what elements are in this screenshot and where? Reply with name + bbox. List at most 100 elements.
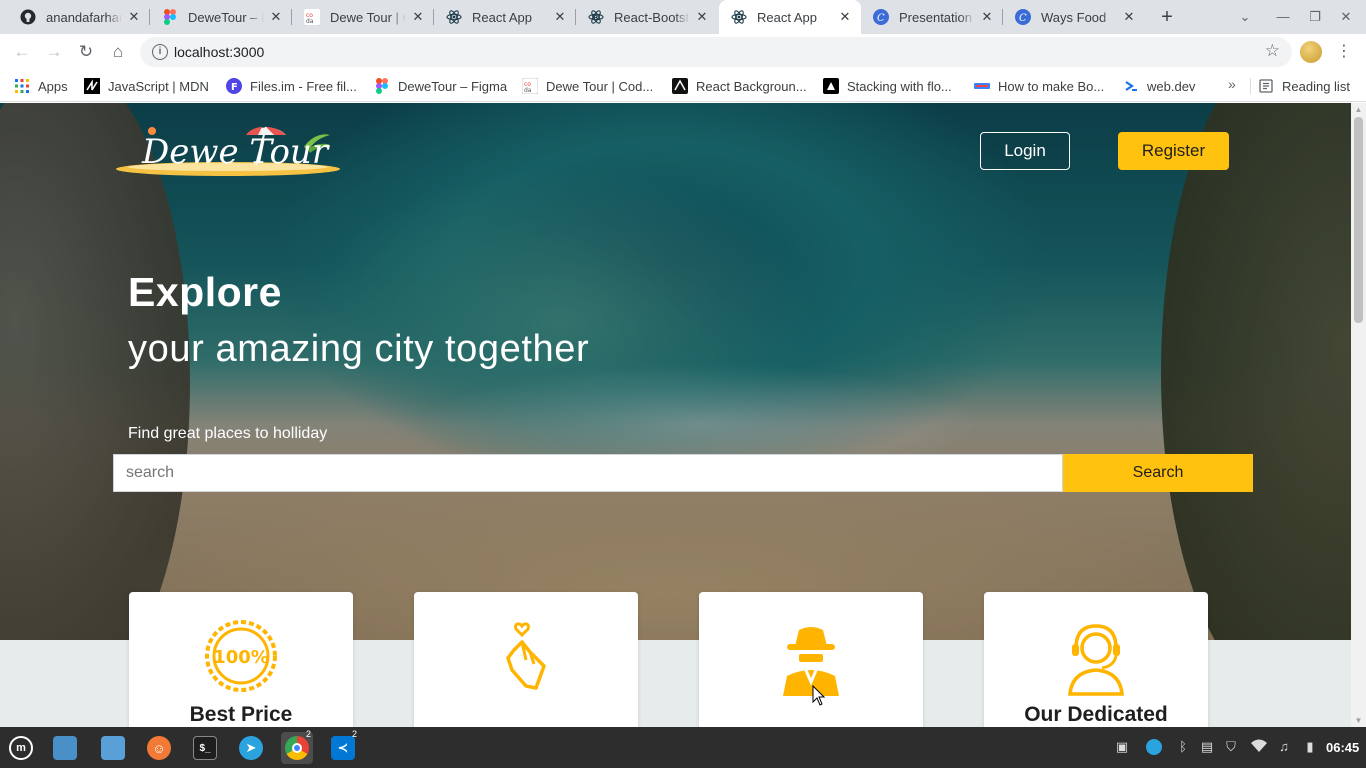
scroll-up-icon[interactable]: ▲ [1354,105,1363,114]
codewars-icon: co da [304,9,320,25]
search-button[interactable]: Search [1063,454,1253,492]
dewe-tour-logo[interactable]: Dewe Tour [116,121,340,179]
battery-icon[interactable]: ▮ [1302,739,1318,755]
close-window-icon[interactable]: ✕ [1330,0,1362,34]
finger-heart-icon [486,616,566,696]
tab-title: React App [757,9,817,25]
register-button[interactable]: Register [1118,132,1229,170]
window-count-badge: 2 [306,729,312,739]
browser-tab[interactable]: C Ways Food ✕ [1003,0,1145,34]
svg-text:F: F [231,82,238,93]
figma-icon [162,9,178,25]
stack-icon [823,78,839,94]
tab-title: anandafarhan [46,9,122,25]
close-tab-icon[interactable]: ✕ [837,9,853,25]
bookmark-how-to-make[interactable]: How to make Bo... [974,76,1104,96]
profile-avatar[interactable] [1300,41,1322,63]
wifi-icon[interactable] [1251,739,1267,755]
browser-tab[interactable]: coda Dewe Tour | Codewars ✕ [292,0,434,34]
browser-tab[interactable]: B React-Bootstrap ✕ [576,0,718,34]
scrollbar-thumb[interactable] [1354,117,1363,323]
shield-icon[interactable]: ⛉ [1223,739,1239,755]
headset-support-icon [1056,616,1136,696]
tab-search-icon[interactable]: ⌄ [1229,0,1261,34]
search-input[interactable] [113,454,1063,492]
new-tab-button[interactable]: + [1156,6,1178,28]
bookmark-figma[interactable]: DeweTour – Figma [374,76,507,96]
figma-icon [374,78,390,94]
close-tab-icon[interactable]: ✕ [126,9,142,25]
bookmark-stacking[interactable]: Stacking with flo... [823,76,952,96]
files-im-icon: F [226,78,242,94]
clipboard-icon[interactable]: ▤ [1199,739,1215,755]
bluetooth-icon[interactable]: ᛒ [1175,739,1191,755]
close-tab-icon[interactable]: ✕ [410,9,426,25]
minimize-icon[interactable]: — [1267,0,1299,34]
telegram-icon[interactable]: ➤ [235,732,267,764]
close-tab-icon[interactable]: ✕ [268,9,284,25]
bookmarks-divider [1250,78,1251,94]
terminal-icon[interactable]: $_ [189,732,221,764]
forward-icon[interactable]: → [42,40,66,64]
react-bg-icon [672,78,688,94]
firefox-icon[interactable]: ☺ [143,732,175,764]
feature-card-title: Our Dedicated [1024,703,1168,726]
svg-text:da: da [306,18,314,25]
close-tab-icon[interactable]: ✕ [552,9,568,25]
svg-text:C: C [1019,13,1027,24]
telegram-tray-icon[interactable] [1146,739,1162,755]
volume-icon[interactable]: ♫ [1276,739,1292,755]
close-tab-icon[interactable]: ✕ [694,9,710,25]
vscode-icon[interactable]: ≺ 2 [327,729,359,764]
logo-text: Dewe Tour [141,132,330,172]
reading-list[interactable]: Reading list [1258,76,1350,96]
site-info-icon[interactable]: i [152,44,168,60]
bookmark-label: web.dev [1147,78,1196,94]
bookmark-web-dev[interactable]: web.dev [1123,76,1195,96]
react-icon [446,9,462,25]
menu-icon[interactable]: m [5,732,37,764]
browser-tab[interactable]: anandafarhan ✕ [8,0,150,34]
browser-tab-active[interactable]: React App ✕ [719,0,861,34]
folder-icon[interactable] [97,732,129,764]
bookmark-files-im[interactable]: F Files.im - Free fil... [226,76,357,96]
browser-tab[interactable]: React App ✕ [434,0,576,34]
files-icon[interactable] [49,732,81,764]
tab-title: Ways Food [1041,9,1107,25]
maximize-icon[interactable]: ❐ [1299,0,1331,34]
bookmark-apps[interactable]: Apps [14,76,68,96]
close-tab-icon[interactable]: ✕ [1121,9,1137,25]
reload-icon[interactable]: ↻ [74,40,98,64]
bookmark-codewars[interactable]: co da Dewe Tour | Cod... [522,76,653,96]
svg-text:C: C [877,13,885,24]
scroll-down-icon[interactable]: ▼ [1354,716,1363,725]
login-button[interactable]: Login [980,132,1070,170]
browser-toolbar: ← → ↻ ⌂ i localhost:3000 ☆ [0,34,1366,70]
url-text[interactable]: localhost:3000 [174,44,264,60]
address-bar[interactable]: i localhost:3000 ☆ [140,37,1292,67]
bookmark-label: React Backgroun... [696,78,807,94]
webdev-icon [1123,78,1139,94]
bookmark-label: Stacking with flo... [847,78,952,94]
back-icon[interactable]: ← [10,40,34,64]
bookmark-star-icon[interactable]: ☆ [1265,41,1280,61]
codewars-icon: co da [522,78,538,94]
page-scrollbar[interactable]: ▲ ▼ [1351,103,1366,727]
apps-grid-icon [14,78,30,94]
tab-title: Presentation [899,9,972,25]
home-icon[interactable]: ⌂ [106,40,130,64]
browser-menu-icon[interactable]: ⋮ [1336,40,1352,64]
browser-tab[interactable]: C Presentation ✕ [861,0,1003,34]
more-bookmarks-icon[interactable]: » [1228,76,1236,92]
chrome-icon[interactable]: 2 [281,729,313,764]
canva-icon: C [1015,9,1031,25]
svg-text:B: B [593,14,598,22]
browser-tab[interactable]: DeweTour – Figma ✕ [150,0,292,34]
feature-card [414,592,638,727]
bookmark-mdn[interactable]: JavaScript | MDN [84,76,209,96]
bookmark-react-background[interactable]: React Backgroun... [672,76,807,96]
hero-tagline: Find great places to holliday [128,425,328,442]
bookmark-label: Files.im - Free fil... [250,78,357,94]
close-tab-icon[interactable]: ✕ [979,9,995,25]
camera-icon[interactable]: ▣ [1114,739,1130,755]
